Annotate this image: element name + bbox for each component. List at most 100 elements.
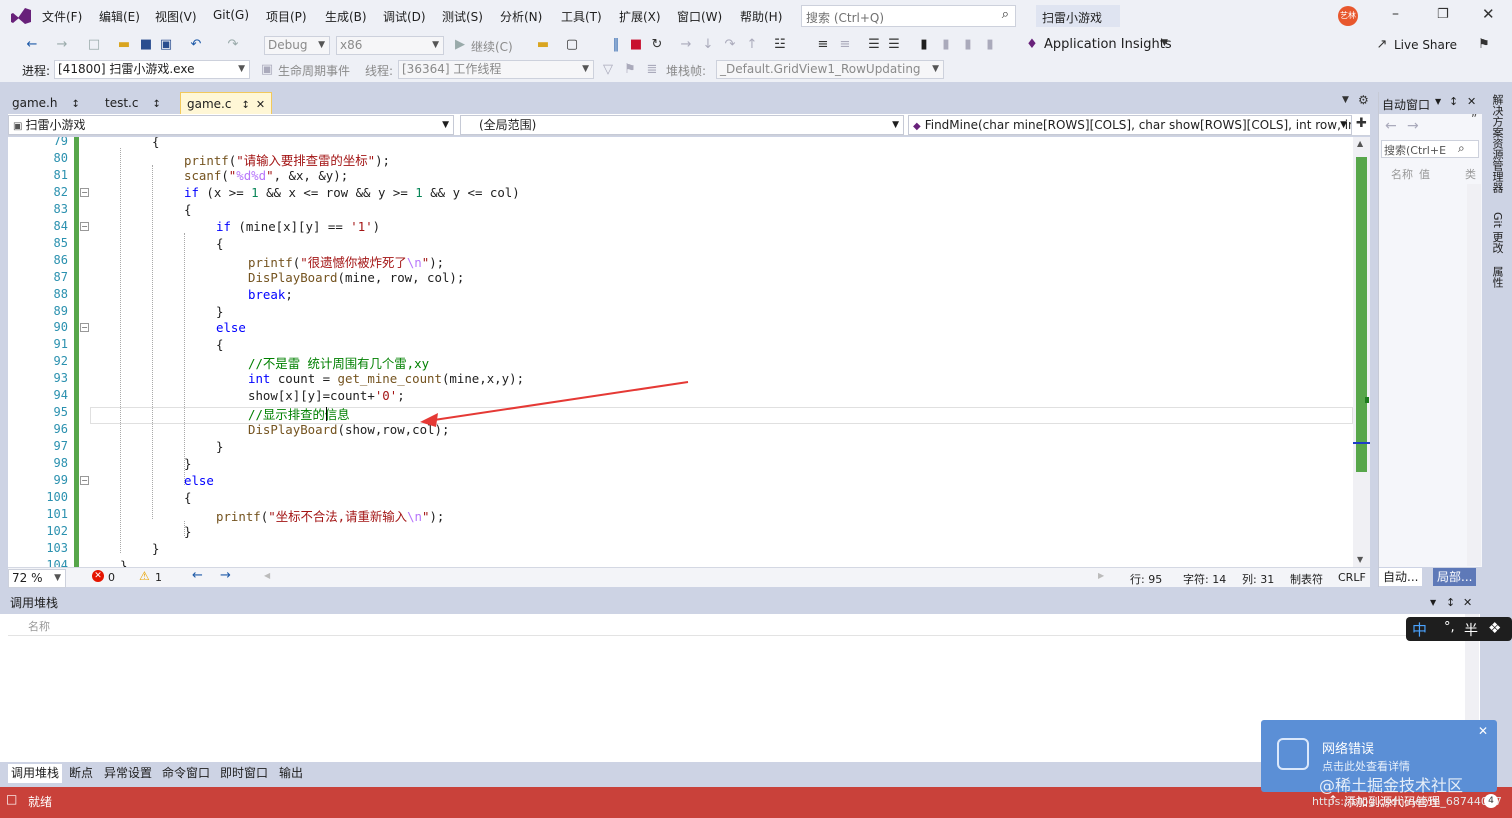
menu-test[interactable]: 测试(S) (442, 8, 483, 25)
undo-icon[interactable]: ↶ (188, 37, 204, 53)
hscroll-left-icon[interactable]: ◀ (264, 571, 270, 580)
show-next-statement-icon[interactable]: → (678, 37, 694, 53)
restore-icon[interactable]: ❐ (1437, 7, 1449, 22)
tab-game-c[interactable]: game.c ↕ ✕ (180, 92, 273, 114)
pause-icon[interactable]: ‖ (608, 37, 624, 53)
autos-forward-icon[interactable]: → (1407, 118, 1419, 134)
cursor-char[interactable]: 字符: 14 (1183, 571, 1226, 587)
warning-count[interactable]: 1 (155, 571, 162, 584)
hot-reload-icon[interactable]: ☳ (772, 37, 788, 53)
scroll-up-icon[interactable]: ▲ (1357, 139, 1363, 148)
menu-debug[interactable]: 调试(D) (383, 8, 426, 25)
panel-menu-icon[interactable]: ▼ (1435, 97, 1441, 106)
stop-icon[interactable]: ■ (628, 37, 644, 53)
step-out-icon[interactable]: ↑ (744, 37, 760, 53)
minimize-icon[interactable]: – (1392, 6, 1399, 22)
close-tab-icon[interactable]: ✕ (256, 98, 265, 111)
pin-icon[interactable]: ↕ (241, 100, 249, 111)
restart-icon[interactable]: ↻ (649, 37, 665, 53)
redo-icon[interactable]: ↷ (225, 37, 241, 53)
process-select[interactable]: [41800] 扫雷小游戏.exe ▼ (54, 60, 250, 79)
tab-breakpoints[interactable]: 断点 (66, 764, 97, 783)
autos-back-icon[interactable]: ← (1385, 118, 1397, 134)
tab-immediate-window[interactable]: 即时窗口 (217, 764, 272, 783)
stack-frame-select[interactable]: _Default.GridView1_RowUpdating ▼ (716, 60, 944, 79)
menu-tools[interactable]: 工具(T) (561, 8, 602, 25)
project-select[interactable]: ▣ 扫雷小游戏 ▼ (8, 115, 454, 135)
ime-width[interactable]: 半 (1464, 620, 1478, 640)
menu-edit[interactable]: 编辑(E) (99, 8, 140, 25)
tab-test-c[interactable]: test.c ↕ (99, 92, 167, 114)
bookmark-icon[interactable]: ▮ (916, 37, 932, 53)
tab-autos[interactable]: 自动... (1379, 568, 1423, 586)
scope-select[interactable]: (全局范围) ▼ (460, 115, 904, 135)
uncomment-icon[interactable]: ☰ (886, 37, 902, 53)
menu-view[interactable]: 视图(V) (155, 8, 197, 25)
menu-git[interactable]: Git(G) (213, 8, 249, 22)
filter-icon[interactable]: ▽ (600, 62, 616, 78)
tab-command-window[interactable]: 命令窗口 (159, 764, 214, 783)
menu-build[interactable]: 生成(B) (325, 8, 367, 25)
menu-extensions[interactable]: 扩展(X) (619, 8, 661, 25)
properties-tab[interactable]: 属性 (1490, 266, 1504, 288)
editor-scrollbar[interactable]: ▲ ▼ (1353, 137, 1370, 567)
ime-skin-icon[interactable]: ❖ (1488, 619, 1501, 637)
ime-punct[interactable]: °, (1444, 620, 1455, 635)
panel-close-icon[interactable]: ✕ (1467, 95, 1476, 108)
tab-game-h[interactable]: game.h ↕ (6, 92, 86, 114)
next-issue-icon[interactable]: → (220, 568, 231, 583)
save-icon[interactable]: ■ (138, 37, 154, 53)
cs-close-icon[interactable]: ✕ (1463, 592, 1472, 614)
stack-icon[interactable]: ≡ (837, 37, 853, 53)
continue-icon[interactable]: ▶ (452, 37, 468, 53)
next-bookmark-icon[interactable]: ▮ (960, 37, 976, 53)
notification-badge-icon[interactable]: 4 (1484, 794, 1498, 808)
cursor-row[interactable]: 行: 95 (1130, 571, 1162, 587)
cursor-col[interactable]: 列: 31 (1242, 571, 1274, 587)
panel-pin-icon[interactable]: ↕ (1449, 95, 1458, 108)
app-insights-dropdown-icon[interactable]: ▼ (1161, 38, 1168, 48)
continue-button[interactable]: 继续(C) (471, 38, 513, 55)
tab-call-stack[interactable]: 调用堆栈 (8, 764, 63, 783)
tab-locals[interactable]: 局部... (1433, 568, 1477, 586)
thread-icon[interactable]: ≡ (815, 37, 831, 53)
member-select[interactable]: ◆ FindMine(char mine[ROWS][COLS], char sh… (908, 115, 1352, 135)
zoom-select[interactable]: 72 % ▼ (8, 569, 66, 588)
back-icon[interactable]: ← (24, 37, 40, 53)
new-project-icon[interactable]: □ (86, 37, 102, 53)
pin-icon[interactable]: ↕ (71, 99, 79, 110)
autos-scrollbar[interactable] (1467, 184, 1481, 566)
cs-pin-icon[interactable]: ↕ (1446, 592, 1455, 614)
open-file-icon[interactable]: ▬ (535, 37, 551, 53)
step-into-icon[interactable]: ↓ (700, 37, 716, 53)
tab-exception-settings[interactable]: 异常设置 (101, 764, 156, 783)
settings-gear-icon[interactable]: ⚙ (1358, 93, 1369, 107)
autos-more-icon[interactable]: ” (1471, 112, 1477, 126)
network-error-toast[interactable]: 网络错误 点击此处查看详情 ✕ @稀土掘金技术社区 (1261, 720, 1497, 795)
scroll-down-icon[interactable]: ▼ (1357, 555, 1363, 564)
platform-select[interactable]: x86 ▼ (336, 36, 444, 55)
menu-help[interactable]: 帮助(H) (740, 8, 782, 25)
flag-icon[interactable]: ⚑ (622, 62, 638, 78)
menu-window[interactable]: 窗口(W) (677, 8, 722, 25)
tab-overflow-icon[interactable]: ▼ (1342, 95, 1349, 105)
autos-search[interactable]: 搜索(Ctrl+E ⌕ (1381, 140, 1479, 158)
config-select[interactable]: Debug ▼ (264, 36, 330, 55)
cs-menu-icon[interactable]: ▼ (1430, 592, 1436, 614)
ime-toolbar[interactable]: 中 °, 半 ❖ (1406, 617, 1512, 641)
open-folder-icon[interactable]: ▬ (116, 37, 132, 53)
prev-bookmark-icon[interactable]: ▮ (938, 37, 954, 53)
split-window-icon[interactable]: ✚ (1356, 116, 1367, 131)
feedback-icon[interactable]: ⚑ (1476, 37, 1492, 53)
prev-issue-icon[interactable]: ← (192, 568, 203, 583)
pin-icon[interactable]: ↕ (152, 99, 160, 110)
close-window-icon[interactable]: ✕ (1482, 5, 1495, 23)
hscroll-right-icon[interactable]: ▶ (1098, 571, 1104, 580)
indent-mode[interactable]: 制表符 (1290, 571, 1323, 587)
line-ending[interactable]: CRLF (1338, 571, 1366, 584)
lifecycle-events-button[interactable]: 生命周期事件 (278, 62, 350, 79)
menu-file[interactable]: 文件(F) (42, 8, 82, 25)
save-all-icon[interactable]: ▣ (158, 37, 174, 53)
step-over-icon[interactable]: ↷ (722, 37, 738, 53)
warning-icon[interactable]: ⚠ (139, 569, 150, 583)
